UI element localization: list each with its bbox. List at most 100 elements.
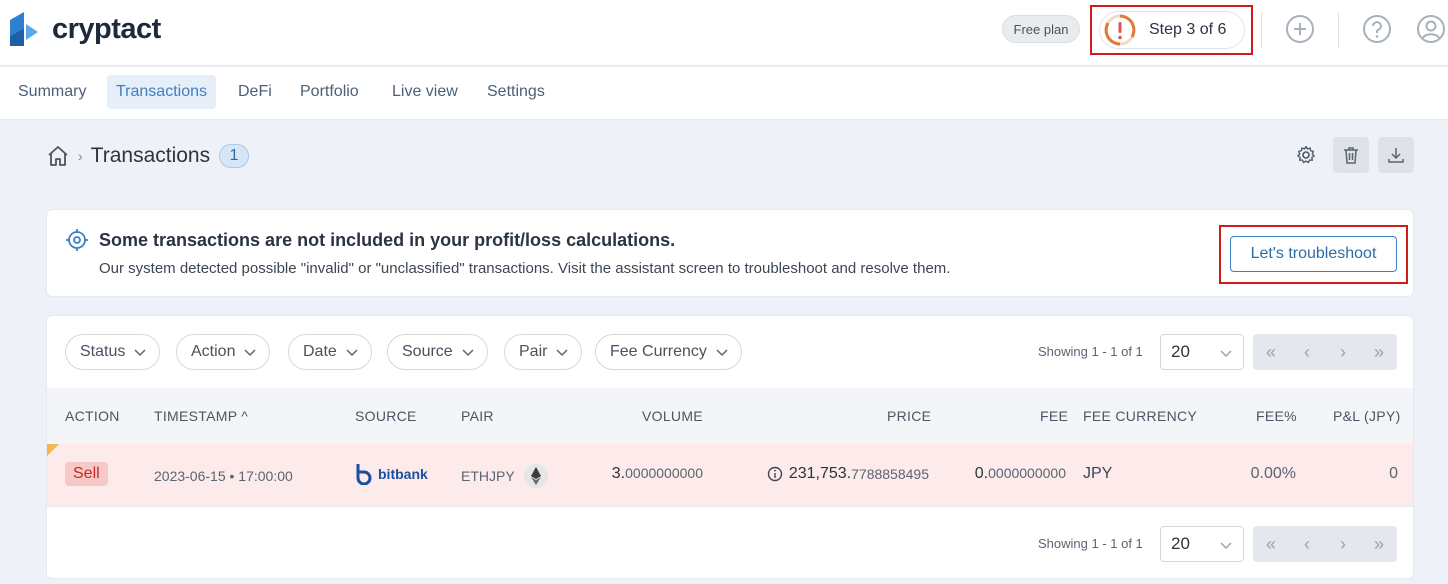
showing-count: Showing 1 - 1 of 1 xyxy=(1038,344,1143,359)
prev-page-icon[interactable]: ‹ xyxy=(1289,334,1325,370)
filter-source[interactable]: Source xyxy=(387,334,488,370)
col-action[interactable]: ACTION xyxy=(65,408,120,424)
download-button[interactable] xyxy=(1378,137,1414,173)
page-title: Transactions xyxy=(90,144,211,167)
chevron-down-icon xyxy=(556,349,568,357)
pair-label: ETHJPY xyxy=(461,468,515,484)
chevron-down-icon xyxy=(244,349,256,357)
next-page-icon[interactable]: › xyxy=(1325,334,1361,370)
transactions-table-card: Status Action Date Source Pair Fee Curre… xyxy=(46,315,1414,579)
chevron-down-icon xyxy=(1220,542,1232,550)
chevron-down-icon xyxy=(716,349,728,357)
troubleshoot-button[interactable]: Let's troubleshoot xyxy=(1230,236,1397,272)
nav-defi[interactable]: DeFi xyxy=(229,75,281,109)
filter-label: Pair xyxy=(519,343,548,360)
source: bitbank xyxy=(355,463,428,485)
table-row[interactable]: Sell 2023-06-15 • 17:00:00 bitbank ETHJP… xyxy=(47,444,1413,507)
nav-summary[interactable]: Summary xyxy=(9,75,95,109)
chevron-right-icon: › xyxy=(78,148,83,164)
col-volume[interactable]: VOLUME xyxy=(642,408,703,424)
filter-fee-currency[interactable]: Fee Currency xyxy=(595,334,742,370)
home-icon[interactable] xyxy=(46,144,70,168)
chevron-down-icon xyxy=(346,349,358,357)
troubleshoot-highlight: Let's troubleshoot xyxy=(1219,225,1408,284)
add-icon[interactable] xyxy=(1285,14,1315,44)
filter-label: Status xyxy=(80,343,126,360)
chevron-down-icon xyxy=(134,349,146,357)
first-page-icon[interactable]: « xyxy=(1253,526,1289,562)
col-timestamp-label: TIMESTAMP xyxy=(154,408,238,424)
target-icon xyxy=(66,229,88,251)
filter-action[interactable]: Action xyxy=(176,334,271,370)
nav-portfolio[interactable]: Portfolio xyxy=(291,75,368,109)
col-timestamp[interactable]: TIMESTAMP ^ xyxy=(154,408,248,424)
volume: 3.0000000000 xyxy=(611,465,703,482)
trash-icon xyxy=(1344,147,1358,164)
nav-transactions[interactable]: Transactions xyxy=(107,75,216,109)
pagination-controls-bottom: « ‹ › » xyxy=(1253,526,1397,562)
divider xyxy=(1338,12,1339,48)
table-header: ACTION TIMESTAMP ^ SOURCE PAIR VOLUME PR… xyxy=(47,388,1413,444)
warning-flag-icon xyxy=(47,444,59,456)
logo-icon xyxy=(10,12,38,46)
filter-label: Action xyxy=(191,343,236,360)
alert-title: Some transactions are not included in yo… xyxy=(99,230,676,250)
action-badge: Sell xyxy=(65,462,108,486)
first-page-icon[interactable]: « xyxy=(1253,334,1289,370)
pair: ETHJPY xyxy=(461,463,549,489)
gear-icon xyxy=(1297,145,1315,164)
delete-button[interactable] xyxy=(1333,137,1369,173)
fee: 0.0000000000 xyxy=(974,465,1066,482)
filter-label: Source xyxy=(402,343,453,360)
filter-date[interactable]: Date xyxy=(288,334,372,370)
per-page-select[interactable]: 20 xyxy=(1160,334,1244,370)
table-settings-button[interactable] xyxy=(1288,137,1324,173)
per-page-value: 20 xyxy=(1171,342,1190,361)
last-page-icon[interactable]: » xyxy=(1361,334,1397,370)
fee-currency: JPY xyxy=(1083,465,1113,482)
col-fee[interactable]: FEE xyxy=(1040,408,1068,424)
step-highlight: Step 3 of 6 xyxy=(1090,5,1253,55)
pl-warning-alert: Some transactions are not included in yo… xyxy=(46,209,1414,297)
main-nav: Summary Transactions DeFi Portfolio Live… xyxy=(0,67,1448,120)
nav-settings[interactable]: Settings xyxy=(478,75,554,109)
step-label: Step 3 of 6 xyxy=(1149,21,1227,38)
price: 231,753. 7788858495 xyxy=(767,465,929,483)
per-page-value: 20 xyxy=(1171,534,1190,553)
bitbank-logo-icon xyxy=(356,464,372,485)
filter-status[interactable]: Status xyxy=(65,334,161,370)
breadcrumb: › Transactions 1 xyxy=(46,140,250,172)
top-bar: cryptact Free plan Step 3 of 6 xyxy=(0,0,1448,66)
alert-message: Our system detected possible "invalid" o… xyxy=(99,260,951,277)
prev-page-icon[interactable]: ‹ xyxy=(1289,526,1325,562)
info-icon[interactable] xyxy=(767,466,783,482)
per-page-select-bottom[interactable]: 20 xyxy=(1160,526,1244,562)
pagination-controls: « ‹ › » xyxy=(1253,334,1397,370)
source-name: bitbank xyxy=(378,466,428,482)
next-page-icon[interactable]: › xyxy=(1325,526,1361,562)
eth-icon xyxy=(523,464,548,488)
logo[interactable]: cryptact xyxy=(8,10,161,48)
last-page-icon[interactable]: » xyxy=(1361,526,1397,562)
col-pl[interactable]: P&L (JPY) xyxy=(1333,408,1401,424)
transaction-count-badge: 1 xyxy=(219,144,250,168)
user-icon[interactable] xyxy=(1416,14,1446,44)
col-price[interactable]: PRICE xyxy=(887,408,931,424)
col-fee-currency[interactable]: FEE CURRENCY xyxy=(1083,408,1197,424)
plan-badge[interactable]: Free plan xyxy=(1002,15,1080,43)
col-pair[interactable]: PAIR xyxy=(461,408,494,424)
progress-ring-icon xyxy=(1104,14,1136,46)
col-fee-pct[interactable]: FEE% xyxy=(1256,408,1297,424)
nav-live-view[interactable]: Live view xyxy=(383,75,467,109)
app-name: cryptact xyxy=(52,12,161,45)
showing-count-bottom: Showing 1 - 1 of 1 xyxy=(1038,536,1143,551)
filter-pair[interactable]: Pair xyxy=(504,334,583,370)
help-icon[interactable] xyxy=(1362,14,1392,44)
sort-up-icon: ^ xyxy=(237,408,249,424)
filter-label: Date xyxy=(303,343,337,360)
step-progress-button[interactable]: Step 3 of 6 xyxy=(1099,11,1245,49)
download-icon xyxy=(1388,148,1404,163)
col-source[interactable]: SOURCE xyxy=(355,408,417,424)
pl-value: 0 xyxy=(1389,465,1398,482)
timestamp: 2023-06-15 • 17:00:00 xyxy=(154,468,293,484)
